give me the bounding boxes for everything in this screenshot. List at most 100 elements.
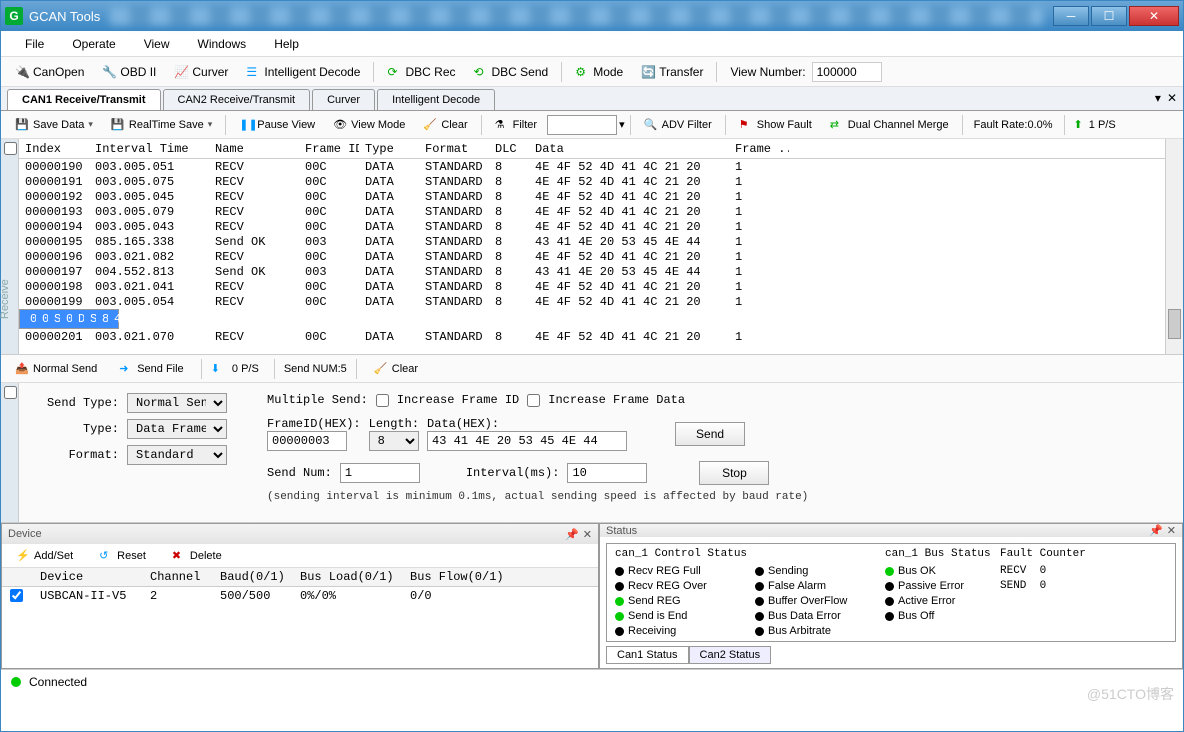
filter-drop-icon[interactable]: ▾ (619, 118, 625, 131)
table-row[interactable]: 00000195085.165.338Send OK003DATASTANDAR… (19, 234, 1165, 249)
dbcrec-button[interactable]: ⟳DBC Rec (379, 62, 463, 82)
send-clear-button[interactable]: 🧹Clear (366, 359, 426, 379)
device-close-icon[interactable]: ✕ (583, 528, 592, 541)
device-panel: Device📌✕ ⚡Add/Set ↺Reset ✖Delete Device … (1, 523, 599, 669)
rtsave-button[interactable]: 💾RealTime Save (103, 115, 220, 135)
tabs-dropdown-icon[interactable]: ▾ (1155, 91, 1161, 105)
pause-icon: ❚❚ (239, 118, 253, 132)
dualmerge-button[interactable]: ⇄Dual Channel Merge (822, 115, 957, 135)
pause-button[interactable]: ❚❚Pause View (231, 115, 323, 135)
format-select[interactable]: Standard (127, 445, 227, 465)
status-close-icon[interactable]: ✕ (1167, 524, 1176, 537)
length-select[interactable]: 8 (369, 431, 419, 451)
table-row[interactable]: 00000190003.005.051RECV00CDATASTANDARD84… (19, 159, 1165, 174)
col-busflow[interactable]: Bus Flow(0/1) (402, 570, 522, 584)
viewmode-button[interactable]: 👁View Mode (325, 115, 413, 135)
viewmode-icon: 👁 (333, 118, 347, 132)
reset-button[interactable]: ↺Reset (91, 546, 154, 566)
curver-button[interactable]: 📈Curver (166, 62, 236, 82)
savedata-button[interactable]: 💾Save Data (7, 115, 101, 135)
table-row[interactable]: 00000199003.005.054RECV00CDATASTANDARD84… (19, 294, 1165, 309)
col-format[interactable]: Format (419, 142, 489, 156)
arrow-up-icon: ⬆ (1070, 118, 1087, 131)
col-data[interactable]: Data (529, 142, 729, 156)
advfilter-button[interactable]: 🔍ADV Filter (636, 115, 720, 135)
menu-operate[interactable]: Operate (58, 37, 129, 51)
status-pin-icon[interactable]: 📌 (1145, 524, 1167, 537)
clear-button[interactable]: 🧹Clear (415, 115, 475, 135)
device-row[interactable]: USBCAN-II-V5 2 500/500 0%/0% 0/0 (2, 587, 598, 608)
maximize-button[interactable]: ☐ (1091, 6, 1127, 26)
mode-button[interactable]: ⚙Mode (567, 62, 631, 82)
send-select-all[interactable] (4, 386, 17, 399)
device-checkbox[interactable] (10, 589, 23, 602)
delete-button[interactable]: ✖Delete (164, 546, 230, 566)
menu-view[interactable]: View (130, 37, 184, 51)
device-pin-icon[interactable]: 📌 (561, 528, 583, 541)
table-row[interactable]: 00000194003.005.043RECV00CDATASTANDARD84… (19, 219, 1165, 234)
sendfile-button[interactable]: ➜Send File (111, 359, 191, 379)
filter-button[interactable]: ⚗Filter (487, 115, 545, 135)
type-select[interactable]: Data Frame (127, 419, 227, 439)
close-button[interactable]: ✕ (1129, 6, 1179, 26)
canopen-button[interactable]: 🔌CanOpen (7, 62, 92, 82)
col-dlc[interactable]: DLC (489, 142, 529, 156)
normalsend-button[interactable]: 📤Normal Send (7, 359, 105, 379)
col-frameid[interactable]: Frame ID (299, 142, 359, 156)
col-type[interactable]: Type (359, 142, 419, 156)
filter-input[interactable] (547, 115, 617, 135)
viewnum-input[interactable] (812, 62, 882, 82)
col-device[interactable]: Device (32, 570, 142, 584)
app-icon: G (5, 7, 23, 25)
device-title: Device (8, 528, 42, 540)
incdata-checkbox[interactable] (527, 394, 540, 407)
obd-button[interactable]: 🔧OBD II (94, 62, 164, 82)
col-busload[interactable]: Bus Load(0/1) (292, 570, 402, 584)
interval-input[interactable] (567, 463, 647, 483)
can1-status-tab[interactable]: Can1 Status (606, 646, 689, 664)
table-row[interactable]: 00000196003.021.082RECV00CDATASTANDARD84… (19, 249, 1165, 264)
menu-help[interactable]: Help (260, 37, 313, 51)
table-row[interactable]: 00000191003.005.075RECV00CDATASTANDARD84… (19, 174, 1165, 189)
addset-button[interactable]: ⚡Add/Set (8, 546, 81, 566)
col-frame[interactable]: Frame ... (729, 142, 789, 156)
incid-checkbox[interactable] (376, 394, 389, 407)
table-row[interactable]: 00000200004.283.589Send OK003DATASTANDAR… (19, 309, 119, 329)
tab-can1[interactable]: CAN1 Receive/Transmit (7, 89, 161, 110)
reset-icon: ↺ (99, 549, 113, 563)
table-row[interactable]: 00000201003.021.070RECV00CDATASTANDARD84… (19, 329, 1165, 344)
status-title: Status (606, 525, 637, 537)
intdecode-button[interactable]: ☰Intelligent Decode (238, 62, 368, 82)
col-interval[interactable]: Interval Time (89, 142, 209, 156)
sendnum-label: Send NUM:5 (284, 363, 347, 375)
col-name[interactable]: Name (209, 142, 299, 156)
sendnum-input[interactable] (340, 463, 420, 483)
minimize-button[interactable]: ─ (1053, 6, 1089, 26)
dbcsend-button[interactable]: ⟲DBC Send (466, 62, 557, 82)
connection-dot-icon (11, 677, 21, 687)
tab-curver[interactable]: Curver (312, 89, 375, 110)
table-row[interactable]: 00000198003.021.041RECV00CDATASTANDARD84… (19, 279, 1165, 294)
send-button[interactable]: Send (675, 422, 745, 446)
col-baud[interactable]: Baud(0/1) (212, 570, 292, 584)
grid-scrollbar[interactable] (1165, 139, 1183, 354)
menu-file[interactable]: File (11, 37, 58, 51)
tab-intdec[interactable]: Intelligent Decode (377, 89, 495, 110)
col-channel[interactable]: Channel (142, 570, 212, 584)
can2-status-tab[interactable]: Can2 Status (689, 646, 772, 664)
incid-label: Increase Frame ID (397, 393, 519, 407)
transfer-button[interactable]: 🔄Transfer (633, 62, 711, 82)
sendtype-select[interactable]: Normal Send (127, 393, 227, 413)
menu-windows[interactable]: Windows (184, 37, 261, 51)
frameid-input[interactable] (267, 431, 347, 451)
grid-select-all[interactable] (4, 142, 17, 155)
tab-can2[interactable]: CAN2 Receive/Transmit (163, 89, 311, 110)
table-row[interactable]: 00000193003.005.079RECV00CDATASTANDARD84… (19, 204, 1165, 219)
datahex-input[interactable] (427, 431, 627, 451)
col-index[interactable]: Index (19, 142, 89, 156)
stop-button[interactable]: Stop (699, 461, 769, 485)
showfault-button[interactable]: ⚑Show Fault (731, 115, 820, 135)
table-row[interactable]: 00000192003.005.045RECV00CDATASTANDARD84… (19, 189, 1165, 204)
tabs-close-icon[interactable]: ✕ (1167, 91, 1177, 105)
table-row[interactable]: 00000197004.552.813Send OK003DATASTANDAR… (19, 264, 1165, 279)
